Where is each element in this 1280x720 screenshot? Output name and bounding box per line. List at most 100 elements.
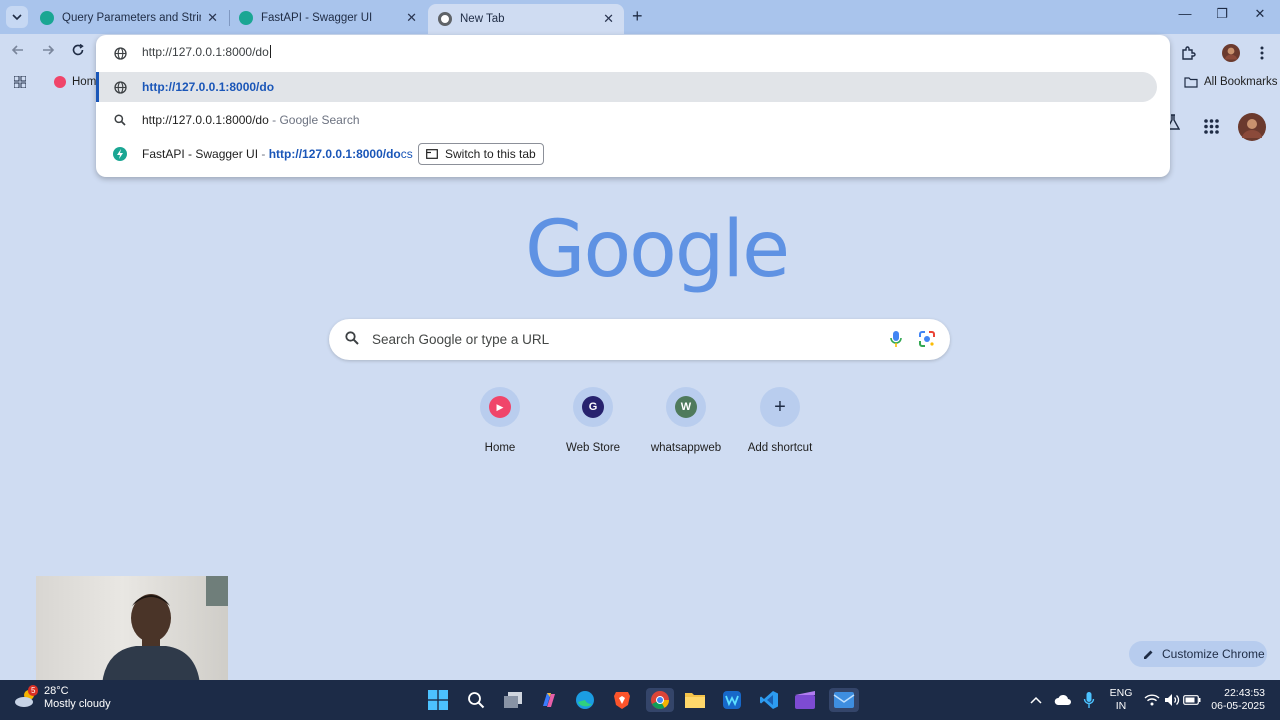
- customize-chrome-button[interactable]: Customize Chrome: [1129, 641, 1267, 667]
- person-video-frame: [102, 576, 228, 684]
- all-bookmarks-button[interactable]: All Bookmarks: [1184, 76, 1278, 88]
- folder-icon: [685, 693, 705, 708]
- address-input[interactable]: http://127.0.0.1:8000/do: [142, 45, 271, 59]
- reload-button[interactable]: [68, 43, 88, 62]
- pencil-icon: [1144, 650, 1153, 659]
- shortcut-tile: ▶: [480, 387, 520, 427]
- tab-fastapi-swagger[interactable]: FastAPI - Swagger UI ✕: [229, 4, 427, 32]
- microphone-icon[interactable]: [889, 330, 903, 351]
- open-tab-separator: -: [258, 147, 269, 161]
- open-tab-url-rest: cs: [400, 147, 413, 161]
- search-query: http://127.0.0.1:8000/do: [142, 113, 269, 127]
- tab-icon: [426, 149, 438, 159]
- region-code: IN: [1115, 700, 1127, 712]
- shortcut-add[interactable]: + Add shortcut: [735, 387, 825, 454]
- minimize-button[interactable]: —: [1170, 6, 1200, 21]
- omnibox-dropdown: http://127.0.0.1:8000/do http://127.0.0.…: [96, 35, 1170, 177]
- google-apps-button[interactable]: [1204, 119, 1219, 137]
- microphone-icon: [1083, 692, 1095, 708]
- suggestion-open-tab[interactable]: FastAPI - Swagger UI - http://127.0.0.1:…: [96, 139, 1170, 169]
- active-app-button[interactable]: [829, 688, 859, 712]
- file-explorer-button[interactable]: [683, 688, 707, 712]
- apps-grid-icon: [1204, 119, 1219, 134]
- task-view-button[interactable]: [501, 688, 525, 712]
- cloud-icon: [1054, 694, 1071, 705]
- taskbar-search-button[interactable]: [464, 688, 488, 712]
- maximize-button[interactable]: ❐: [1207, 6, 1237, 22]
- tab-search-button[interactable]: [6, 6, 28, 28]
- web-store-icon: G: [582, 396, 604, 418]
- open-tab-text: FastAPI - Swagger UI - http://127.0.0.1:…: [142, 147, 413, 161]
- menu-button[interactable]: [1249, 40, 1275, 66]
- tab-label: New Tab: [460, 13, 505, 25]
- profile-avatar[interactable]: [1218, 40, 1244, 66]
- close-icon[interactable]: ✕: [406, 10, 417, 26]
- shortcut-label: whatsappweb: [650, 442, 722, 454]
- weather-text: 28°C Mostly cloudy: [44, 685, 111, 711]
- shortcut-home[interactable]: ▶ Home: [455, 387, 545, 454]
- copilot-button[interactable]: [537, 688, 561, 712]
- customize-label: Customize Chrome: [1162, 647, 1265, 661]
- forward-button[interactable]: [38, 43, 58, 62]
- close-window-button[interactable]: ✕: [1245, 6, 1275, 22]
- search-icon: [112, 112, 128, 128]
- address-value: http://127.0.0.1:8000/do: [142, 45, 269, 59]
- microphone-tray-button[interactable]: [1077, 688, 1101, 712]
- search-icon: [468, 692, 485, 709]
- omnibox-input-row[interactable]: http://127.0.0.1:8000/do: [96, 35, 1170, 71]
- reload-icon: [72, 43, 84, 56]
- vscode-button[interactable]: [757, 688, 781, 712]
- suggestion-url[interactable]: http://127.0.0.1:8000/do: [96, 72, 1157, 102]
- chrome-button[interactable]: [646, 688, 674, 712]
- shortcut-web-store[interactable]: G Web Store: [548, 387, 638, 454]
- account-avatar[interactable]: [1238, 113, 1266, 144]
- onedrive-button[interactable]: [1051, 688, 1075, 712]
- suggestion-url-text: http://127.0.0.1:8000/do: [142, 80, 275, 94]
- fastapi-icon: [112, 146, 128, 162]
- clock-time: 22:43:53: [1224, 687, 1265, 699]
- tab-label: FastAPI - Swagger UI: [261, 12, 373, 24]
- folder-icon: [1184, 77, 1198, 88]
- weather-widget[interactable]: 5 28°C Mostly cloudy: [14, 685, 111, 711]
- task-view-icon: [504, 692, 522, 708]
- show-hidden-icons-button[interactable]: [1024, 688, 1048, 712]
- speaker-icon: [1165, 694, 1180, 706]
- search-suffix: - Google Search: [268, 113, 360, 127]
- shortcut-whatsappweb[interactable]: W whatsappweb: [641, 387, 731, 454]
- edge-button[interactable]: [573, 688, 597, 712]
- avatar-icon: [1222, 44, 1240, 62]
- input-language[interactable]: ENG IN: [1106, 687, 1136, 713]
- extensions-button[interactable]: [1175, 40, 1201, 66]
- home-bookmark-icon: [54, 76, 66, 88]
- wifi-icon: [1144, 694, 1160, 706]
- tab-label: Query Parameters and String Va: [62, 12, 201, 24]
- chevron-down-icon: [12, 14, 22, 21]
- shortcut-label: Add shortcut: [747, 442, 813, 454]
- google-lens-icon[interactable]: [918, 330, 936, 351]
- apps-grid-icon: [14, 76, 26, 88]
- search-icon: [345, 331, 359, 348]
- fastapi-icon: [239, 11, 253, 25]
- copilot-icon: [543, 693, 555, 707]
- close-icon[interactable]: ✕: [603, 11, 614, 27]
- back-button[interactable]: [8, 43, 28, 62]
- puzzle-icon: [1182, 46, 1196, 60]
- arrow-right-icon: [43, 45, 55, 55]
- clipchamp-button[interactable]: [793, 688, 817, 712]
- shortcut-tile: W: [666, 387, 706, 427]
- app-button-w[interactable]: [720, 688, 744, 712]
- close-icon[interactable]: ✕: [207, 10, 218, 26]
- apps-button[interactable]: [14, 76, 26, 88]
- tab-new-tab[interactable]: New Tab ✕: [428, 4, 624, 34]
- shortcut-label: Home: [484, 442, 516, 454]
- start-button[interactable]: [426, 688, 450, 712]
- battery-button[interactable]: [1180, 688, 1204, 712]
- system-clock[interactable]: 22:43:53 06-05-2025: [1205, 687, 1265, 713]
- brave-button[interactable]: [610, 688, 634, 712]
- new-tab-button[interactable]: +: [632, 7, 643, 25]
- suggestion-search[interactable]: http://127.0.0.1:8000/do - Google Search: [96, 105, 1170, 135]
- ntp-search-box[interactable]: Search Google or type a URL: [329, 319, 950, 360]
- switch-to-tab-button[interactable]: Switch to this tab: [418, 143, 544, 165]
- tab-query-parameters[interactable]: Query Parameters and String Va ✕: [30, 4, 228, 32]
- weather-desc: Mostly cloudy: [44, 698, 111, 710]
